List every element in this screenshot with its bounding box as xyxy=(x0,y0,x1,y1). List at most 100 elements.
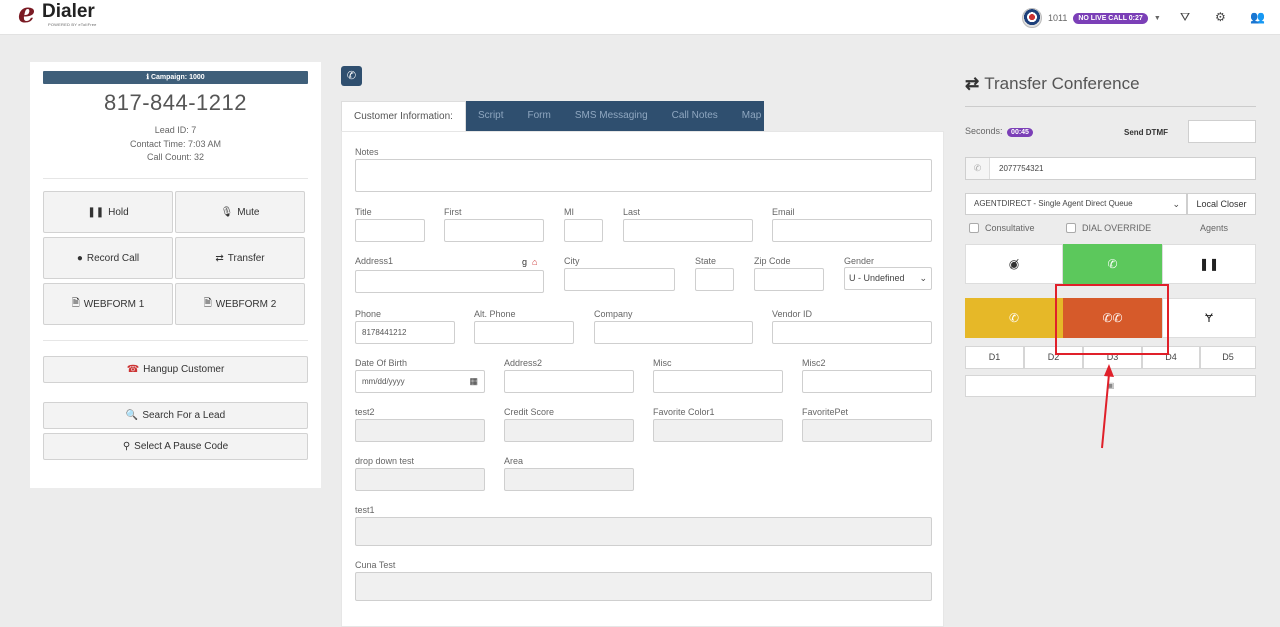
divider xyxy=(965,106,1256,107)
transfer-conference-label: Transfer Conference xyxy=(984,74,1140,93)
agent-queue-select[interactable]: AGENTDIRECT - Single Agent Direct Queue ⌄ xyxy=(965,193,1187,215)
alt-phone-input[interactable] xyxy=(474,321,574,344)
google-icon[interactable]: g xyxy=(522,257,527,267)
credit-score-label: Credit Score xyxy=(504,407,555,417)
calendar-icon[interactable]: ▦ xyxy=(469,371,478,392)
file-icon: 🗎 xyxy=(203,297,212,309)
address1-input[interactable] xyxy=(355,270,544,293)
vendor-id-input[interactable] xyxy=(772,321,932,344)
leave-3way-button[interactable]: ✆ xyxy=(965,298,1063,338)
favorite-color-input[interactable] xyxy=(653,419,783,442)
top-bar: e Dialer POWERED BY eTollFree 1011 NO LI… xyxy=(0,0,1280,35)
dtmf-input[interactable] xyxy=(1188,120,1256,143)
last-input[interactable] xyxy=(623,219,753,242)
transfer-button[interactable]: ⇄ Transfer xyxy=(175,237,305,279)
webform1-label: WEBFORM 1 xyxy=(83,298,145,310)
local-closer-button[interactable]: Local Closer xyxy=(1187,193,1256,215)
hold-button[interactable]: ❚❚ Hold xyxy=(43,191,173,233)
zip-input[interactable] xyxy=(754,268,824,291)
misc2-label: Misc2 xyxy=(802,358,826,368)
blind-monitor-button[interactable]: ◉̸ xyxy=(965,244,1063,284)
phone-icon: ✆ xyxy=(341,66,362,86)
misc-input[interactable] xyxy=(653,370,783,393)
chevron-down-icon[interactable]: ▼ xyxy=(1154,15,1161,22)
users-icon[interactable]: 👥 xyxy=(1250,10,1265,24)
misc2-input[interactable] xyxy=(802,370,932,393)
area-input[interactable] xyxy=(504,468,634,491)
address2-input[interactable] xyxy=(504,370,634,393)
dial-with-customer-button[interactable]: ✆ xyxy=(1063,244,1162,284)
credit-score-input[interactable] xyxy=(504,419,634,442)
phone-slash-icon: Ɏ xyxy=(1204,311,1213,325)
lead-id: Lead ID: 7 xyxy=(154,125,197,135)
phone-icon: ✆ xyxy=(966,158,990,179)
hangup-xfer-button[interactable]: Ɏ xyxy=(1162,298,1256,338)
mic-slash-icon: 🎙 xyxy=(220,206,234,218)
park-customer-button[interactable]: ❚❚ xyxy=(1162,244,1256,284)
misc-label: Misc xyxy=(653,358,672,368)
first-input[interactable] xyxy=(444,219,544,242)
search-lead-label: Search For a Lead xyxy=(142,410,226,421)
test1-label: test1 xyxy=(355,505,375,515)
mi-label: MI xyxy=(564,207,574,217)
webform2-button[interactable]: 🗎 WEBFORM 2 xyxy=(175,283,305,325)
transfer-label: Transfer xyxy=(227,252,265,264)
email-input[interactable] xyxy=(772,219,932,242)
record-call-button[interactable]: ● Record Call xyxy=(43,237,173,279)
consultative-checkbox[interactable]: Consultative xyxy=(969,223,1035,233)
transfer-number-field[interactable]: ✆ 2077754321 xyxy=(965,157,1256,180)
record-icon: ● xyxy=(76,252,83,264)
dropdown-test-label: drop down test xyxy=(355,456,415,466)
road-icon[interactable]: ⛛ xyxy=(1180,10,1190,25)
tab-customer-information[interactable]: Customer Information: xyxy=(341,101,466,131)
chevron-down-icon: ⌄ xyxy=(1172,199,1180,209)
dial-override-checkbox[interactable]: DIAL OVERRIDE xyxy=(1066,223,1151,233)
checkbox-box[interactable] xyxy=(969,223,979,233)
search-lead-button[interactable]: 🔍 Search For a Lead xyxy=(43,402,308,429)
dob-input[interactable]: mm/dd/yyyy ▦ xyxy=(355,370,485,393)
hangup-customer-button[interactable]: ☎ Hangup Customer xyxy=(43,356,308,383)
extension: 1011 xyxy=(1048,13,1068,23)
tab-map[interactable]: Map xyxy=(730,101,773,131)
gear-icon[interactable]: ⚙ xyxy=(1215,10,1226,24)
mi-input[interactable] xyxy=(564,219,603,242)
tab-script[interactable]: Script xyxy=(466,101,516,131)
gender-select[interactable]: U - Undefined ⌄ xyxy=(844,267,932,290)
retweet-icon: ⇄ xyxy=(215,252,224,264)
dial-d1-button[interactable]: D1 xyxy=(965,346,1024,369)
last-label: Last xyxy=(623,207,641,217)
phone-icon: ✆ xyxy=(1008,311,1020,325)
campaign-bar: ℹ Campaign: 1000 xyxy=(43,71,308,84)
avatar[interactable] xyxy=(1022,8,1042,28)
company-input[interactable] xyxy=(594,321,753,344)
phone-input[interactable]: 8178441212 xyxy=(355,321,455,344)
pause-code-button[interactable]: ⚲ Select A Pause Code xyxy=(43,433,308,460)
test2-input[interactable] xyxy=(355,419,485,442)
tab-form[interactable]: Form xyxy=(516,101,563,131)
webform2-label: WEBFORM 2 xyxy=(215,298,277,310)
seconds-badge: 00:45 xyxy=(1007,128,1033,137)
test1-textarea[interactable] xyxy=(355,517,932,546)
webform1-button[interactable]: 🗎 WEBFORM 1 xyxy=(43,283,173,325)
notes-textarea[interactable] xyxy=(355,159,932,192)
dropdown-test-input[interactable] xyxy=(355,468,485,491)
divider xyxy=(43,340,308,341)
favorite-pet-input[interactable] xyxy=(802,419,932,442)
checkbox-box[interactable] xyxy=(1066,223,1076,233)
tab-sms-messaging[interactable]: SMS Messaging xyxy=(563,101,660,131)
transfer-number: 2077754321 xyxy=(999,164,1044,173)
annotation-highlight-box xyxy=(1055,284,1169,355)
agents-link[interactable]: Agents xyxy=(1200,223,1228,233)
title-input[interactable] xyxy=(355,219,425,242)
tab-call-notes[interactable]: Call Notes xyxy=(660,101,730,131)
cuna-test-textarea[interactable] xyxy=(355,572,932,601)
dial-override-label: DIAL OVERRIDE xyxy=(1082,223,1152,233)
address2-label: Address2 xyxy=(504,358,543,368)
state-label: State xyxy=(695,256,717,266)
state-input[interactable] xyxy=(695,268,734,291)
user-menu[interactable]: 1011 NO LIVE CALL 0:27 ▼ xyxy=(1022,7,1161,29)
dial-d5-button[interactable]: D5 xyxy=(1200,346,1256,369)
city-input[interactable] xyxy=(564,268,675,291)
home-icon[interactable]: ⌂ xyxy=(532,257,537,267)
mute-button[interactable]: 🎙 Mute xyxy=(175,191,305,233)
